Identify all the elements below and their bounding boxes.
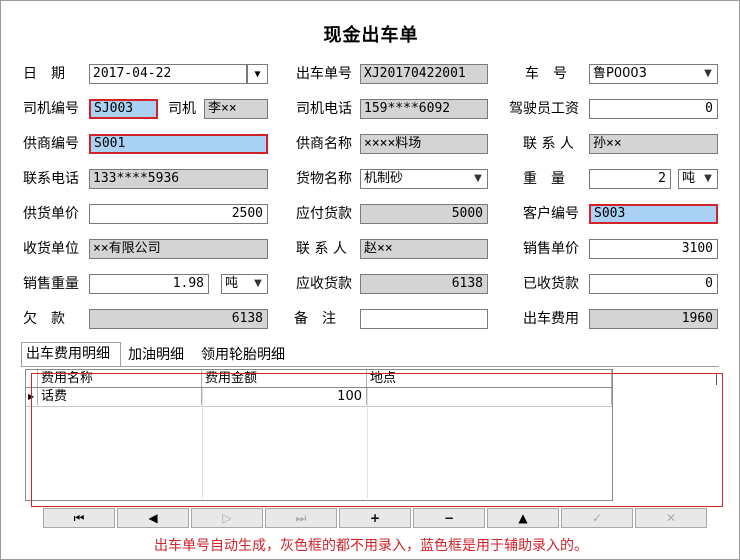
chevron-down-icon: ▼ [704, 173, 712, 184]
post-record-button[interactable]: ✓ [561, 508, 633, 528]
driver-name-field: 李×× [204, 99, 268, 119]
label-vehicle-no: 车 号 [525, 66, 567, 82]
order-no-field: XJ20170422001 [360, 64, 488, 84]
sale-weight-unit-value: 吨 [225, 276, 239, 291]
supply-price-field[interactable]: 2500 [89, 204, 268, 224]
last-record-icon: ⏭ [295, 511, 307, 525]
label-sale-weight: 销售重量 [23, 276, 79, 292]
chevron-down-icon: ▼ [704, 68, 712, 79]
label-driver-id: 司机编号 [23, 101, 79, 117]
label-driver-phone: 司机电话 [296, 101, 352, 117]
supplier-id-field[interactable]: S001 [89, 134, 268, 154]
delete-record-icon: − [443, 511, 455, 525]
label-trip-cost: 出车费用 [523, 311, 579, 327]
first-record-icon: ⏮ [73, 511, 85, 525]
prev-record-icon: ◀ [148, 511, 158, 525]
driver-phone-field: 159****6092 [360, 99, 488, 119]
vehicle-no-value: 鲁P0003 [593, 66, 647, 81]
cancel-record-button[interactable]: ✕ [635, 508, 707, 528]
tab-refuel-detail[interactable]: 加油明细 [124, 344, 194, 366]
tab-divider [21, 366, 719, 367]
chevron-down-icon: ▼ [474, 173, 482, 184]
date-field[interactable]: 2017-04-22 [89, 64, 247, 84]
label-sale-price: 销售单价 [523, 241, 579, 257]
goods-name-value: 机制砂 [364, 171, 404, 186]
driver-wage-field[interactable]: 0 [589, 99, 718, 119]
label-supplier-id: 供商编号 [23, 136, 79, 152]
trip-cost-field: 1960 [589, 309, 718, 329]
prev-record-button[interactable]: ◀ [117, 508, 189, 528]
supplier-name-field: ××××料场 [360, 134, 488, 154]
remark-field[interactable] [360, 309, 488, 329]
tab-tire-detail[interactable]: 领用轮胎明细 [197, 344, 297, 366]
weight-unit-select[interactable]: 吨 ▼ [678, 169, 718, 189]
label-remark: 备 注 [294, 311, 336, 327]
label-weight: 重 量 [523, 171, 565, 187]
goods-name-select[interactable]: 机制砂 ▼ [360, 169, 488, 189]
chevron-down-icon: ▼ [254, 278, 262, 289]
sale-weight-unit-select[interactable]: 吨 ▼ [221, 274, 268, 294]
cancel-record-icon: ✕ [665, 511, 677, 525]
weight-unit-value: 吨 [682, 171, 696, 186]
edit-record-button[interactable]: ▲ [487, 508, 559, 528]
driver-id-field[interactable]: SJ003 [89, 99, 158, 119]
debt-field: 6138 [89, 309, 268, 329]
grid-highlight-frame [31, 373, 723, 507]
label-order-no: 出车单号 [296, 66, 352, 82]
label-supply-price: 供货单价 [23, 206, 79, 222]
last-record-button[interactable]: ⏭ [265, 508, 337, 528]
edit-record-icon: ▲ [518, 511, 528, 525]
payable-field: 5000 [360, 204, 488, 224]
cash-dispatch-form-window: 现金出车单 日 期 2017-04-22 ▼ 出车单号 XJ2017042200… [0, 0, 740, 560]
supplier-contact-field: 孙×× [589, 134, 718, 154]
receiver-contact-field: 赵×× [360, 239, 488, 259]
contact-phone-field: 133****5936 [89, 169, 268, 189]
chevron-down-icon: ▼ [254, 69, 261, 80]
delete-record-button[interactable]: − [413, 508, 485, 528]
add-record-button[interactable]: + [339, 508, 411, 528]
help-note: 出车单号自动生成，灰色框的都不用录入，蓝色框是用于辅助录入的。 [154, 538, 588, 554]
customer-id-field[interactable]: S003 [589, 204, 718, 224]
sale-weight-field[interactable]: 1.98 [89, 274, 209, 294]
form-title: 现金出车单 [323, 25, 419, 46]
receiver-field: ××有限公司 [89, 239, 268, 259]
label-payable: 应付货款 [296, 206, 352, 222]
label-receiver: 收货单位 [23, 241, 79, 257]
vehicle-no-select[interactable]: 鲁P0003 ▼ [589, 64, 718, 84]
label-goods-name: 货物名称 [296, 171, 352, 187]
label-supplier-name: 供商名称 [296, 136, 352, 152]
next-record-icon: ▷ [222, 511, 232, 525]
received-field[interactable]: 0 [589, 274, 718, 294]
label-receivable: 应收货款 [296, 276, 352, 292]
weight-field[interactable]: 2 [589, 169, 671, 189]
sale-price-field[interactable]: 3100 [589, 239, 718, 259]
label-customer-id: 客户编号 [523, 206, 579, 222]
first-record-button[interactable]: ⏮ [43, 508, 115, 528]
label-driver: 司机 [168, 101, 196, 117]
add-record-icon: + [369, 511, 381, 525]
post-record-icon: ✓ [591, 511, 603, 525]
label-received: 已收货款 [523, 276, 579, 292]
label-receiver-contact: 联 系 人 [296, 241, 347, 257]
receivable-field: 6138 [360, 274, 488, 294]
tab-trip-cost-detail[interactable]: 出车费用明细 [21, 342, 121, 366]
label-debt: 欠 款 [23, 311, 65, 327]
label-supplier-contact: 联 系 人 [523, 136, 574, 152]
date-picker-button[interactable]: ▼ [247, 64, 268, 84]
label-driver-wage: 驾驶员工资 [509, 101, 579, 117]
next-record-button[interactable]: ▷ [191, 508, 263, 528]
label-date: 日 期 [23, 66, 65, 82]
label-contact-phone: 联系电话 [23, 171, 79, 187]
